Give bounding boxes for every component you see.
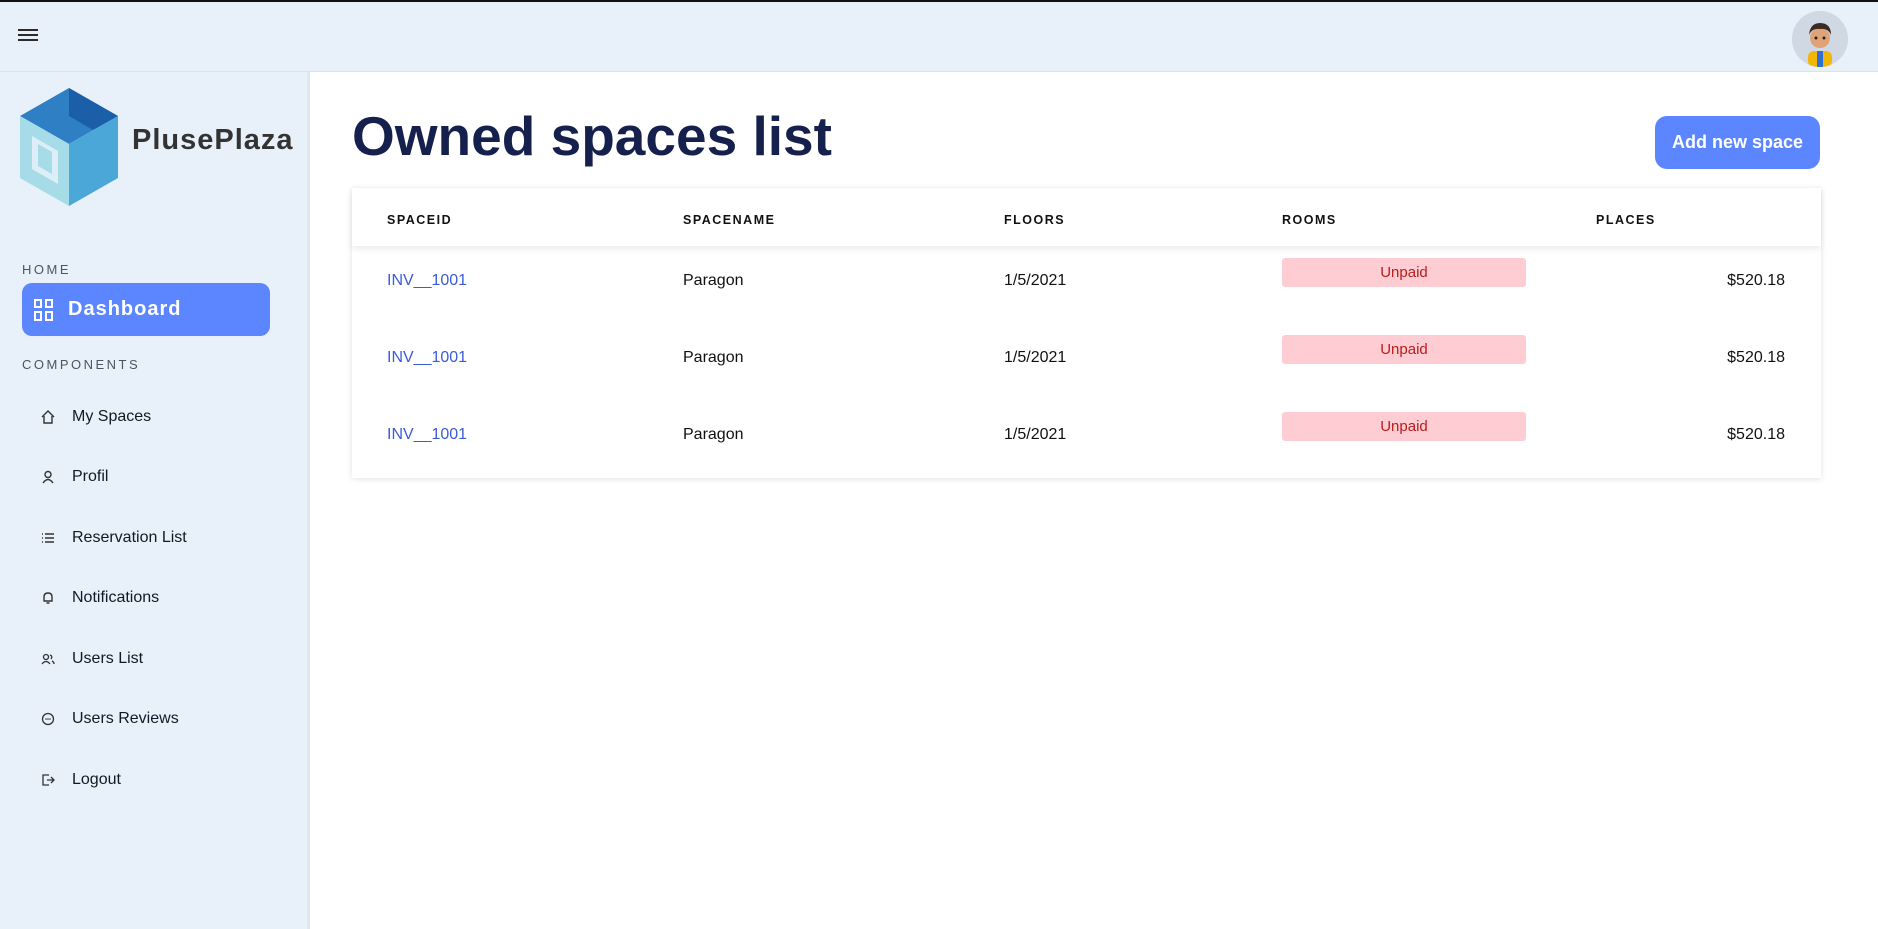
sidebar-item-label: Dashboard bbox=[68, 298, 182, 320]
sidebar-item-label: My Spaces bbox=[72, 408, 152, 425]
chat-icon bbox=[40, 711, 56, 727]
sidebar-item-my-spaces[interactable]: My Spaces bbox=[40, 408, 151, 426]
table-row[interactable]: INV__1001 Paragon 1/5/2021 Unpaid $520.1… bbox=[352, 246, 1821, 323]
add-new-space-button[interactable]: Add new space bbox=[1655, 116, 1820, 169]
users-icon bbox=[40, 651, 56, 667]
status-badge: Unpaid bbox=[1282, 412, 1526, 441]
status-badge: Unpaid bbox=[1282, 335, 1526, 364]
dashboard-icon bbox=[34, 298, 56, 321]
sidebar-item-label: Reservation List bbox=[72, 529, 187, 546]
table-row[interactable]: INV__1001 Paragon 1/5/2021 Unpaid $520.1… bbox=[352, 323, 1821, 400]
places-cell: $520.18 bbox=[1727, 272, 1785, 289]
sidebar-item-profil[interactable]: Profil bbox=[40, 468, 108, 486]
sidebar-item-reservation-list[interactable]: Reservation List bbox=[40, 529, 187, 547]
sidebar-item-logout[interactable]: Logout bbox=[40, 771, 121, 789]
user-icon bbox=[40, 469, 56, 485]
space-id-link[interactable]: INV__1001 bbox=[387, 426, 467, 444]
sidebar-item-dashboard[interactable]: Dashboard bbox=[22, 283, 270, 336]
sidebar-item-notifications[interactable]: Notifications bbox=[40, 589, 159, 607]
space-id-link[interactable]: INV__1001 bbox=[387, 272, 467, 290]
status-badge: Unpaid bbox=[1282, 258, 1526, 287]
top-bar bbox=[0, 0, 1878, 72]
sidebar-item-users-reviews[interactable]: Users Reviews bbox=[40, 710, 179, 728]
space-name-cell: Paragon bbox=[683, 272, 744, 289]
space-name-cell: Paragon bbox=[683, 349, 744, 366]
avatar[interactable] bbox=[1792, 11, 1848, 67]
column-header-floors[interactable]: FLOORS bbox=[1004, 213, 1065, 227]
space-id-link[interactable]: INV__1001 bbox=[387, 349, 467, 367]
logout-icon bbox=[40, 772, 56, 788]
column-header-rooms[interactable]: ROOMS bbox=[1282, 213, 1337, 227]
places-cell: $520.18 bbox=[1727, 426, 1785, 443]
places-cell: $520.18 bbox=[1727, 349, 1785, 366]
space-name-cell: Paragon bbox=[683, 426, 744, 443]
components-section-title: COMPONENTS bbox=[22, 357, 141, 372]
page-title: Owned spaces list bbox=[352, 105, 832, 167]
sidebar: PlusePlaza HOME Dashboard COMPONENTS My … bbox=[0, 72, 310, 929]
table-row[interactable]: INV__1001 Paragon 1/5/2021 Unpaid $520.1… bbox=[352, 400, 1821, 477]
floors-cell: 1/5/2021 bbox=[1004, 272, 1067, 289]
spaces-table: SPACEID SPACENAME FLOORS ROOMS PLACES IN… bbox=[352, 188, 1821, 478]
bell-icon bbox=[40, 590, 56, 606]
sidebar-item-label: Logout bbox=[72, 771, 121, 788]
sidebar-item-label: Users List bbox=[72, 650, 144, 667]
column-header-places[interactable]: PLACES bbox=[1596, 213, 1656, 227]
list-icon bbox=[40, 530, 56, 546]
floors-cell: 1/5/2021 bbox=[1004, 426, 1067, 443]
home-icon bbox=[40, 409, 56, 425]
sidebar-item-label: Users Reviews bbox=[72, 710, 179, 727]
sidebar-item-users-list[interactable]: Users List bbox=[40, 650, 143, 668]
pluseplaza-logo-icon[interactable] bbox=[20, 88, 118, 206]
brand-name: PlusePlaza bbox=[132, 124, 294, 156]
home-section-title: HOME bbox=[22, 262, 71, 277]
column-header-spaceid[interactable]: SPACEID bbox=[387, 213, 452, 227]
floors-cell: 1/5/2021 bbox=[1004, 349, 1067, 366]
column-header-spacename[interactable]: SPACENAME bbox=[683, 213, 775, 227]
sidebar-item-label: Notifications bbox=[72, 589, 160, 606]
hamburger-menu-icon[interactable] bbox=[18, 26, 42, 46]
table-header: SPACEID SPACENAME FLOORS ROOMS PLACES bbox=[352, 188, 1821, 246]
sidebar-item-label: Profil bbox=[72, 468, 109, 485]
